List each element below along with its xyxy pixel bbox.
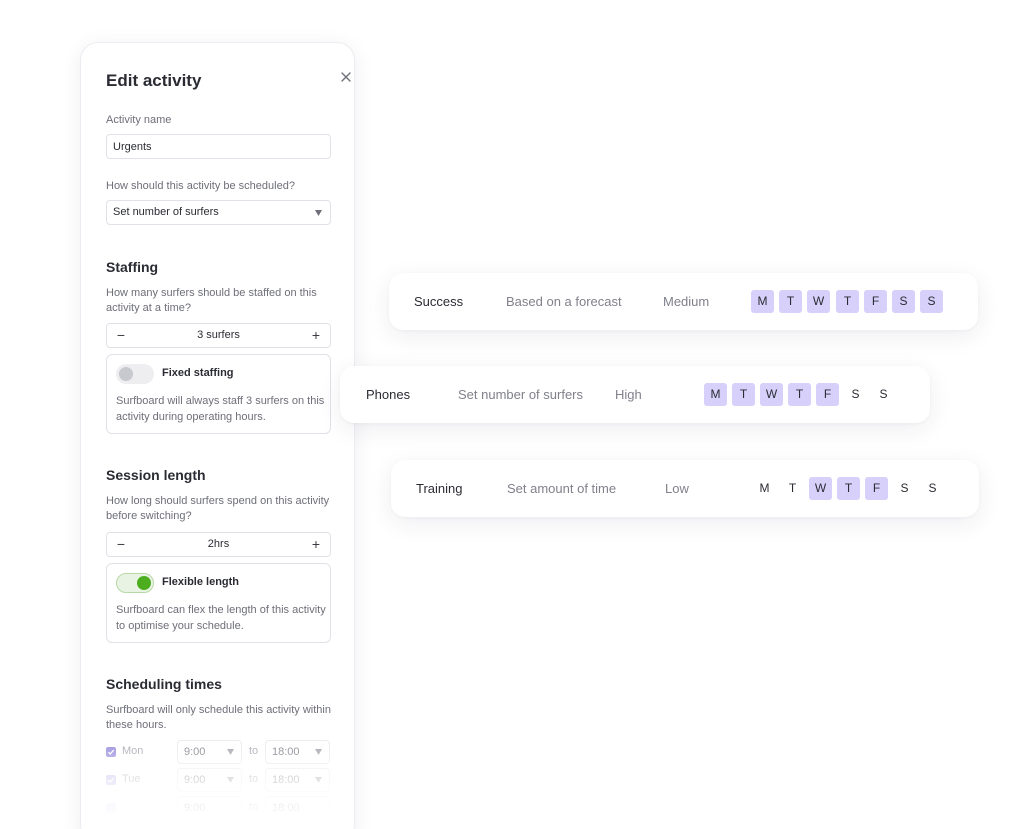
to-time-select[interactable]: 18:00: [265, 796, 330, 820]
scheduling-times-heading: Scheduling times: [106, 676, 222, 692]
caret-down-icon: [315, 777, 322, 783]
day-chip-thu[interactable]: T: [836, 290, 859, 313]
activity-priority: Low: [665, 481, 689, 496]
day-chip-wed[interactable]: W: [809, 477, 832, 500]
time-row-wed: 9:00 to 18:00: [106, 796, 331, 820]
time-row-mon: Mon 9:00 to 18:00: [106, 740, 331, 764]
toggle-knob: [137, 576, 151, 590]
day-chip-wed[interactable]: W: [807, 290, 830, 313]
fixed-staffing-option: Fixed staffing Surfboard will always sta…: [106, 354, 331, 434]
day-chip-sun[interactable]: S: [920, 290, 943, 313]
day-chip-wed[interactable]: W: [760, 383, 783, 406]
day-chip-sat[interactable]: S: [892, 290, 915, 313]
activity-card-success[interactable]: Success Based on a forecast Medium M T W…: [389, 273, 978, 330]
panel-title: Edit activity: [106, 71, 202, 90]
activity-card-phones[interactable]: Phones Set number of surfers High M T W …: [340, 366, 930, 423]
from-time-select[interactable]: 9:00: [177, 768, 242, 792]
activity-mode: Set number of surfers: [458, 387, 583, 402]
day-chip-fri[interactable]: F: [864, 290, 887, 313]
from-time-value: 9:00: [184, 774, 206, 786]
fixed-staffing-toggle[interactable]: [116, 364, 154, 384]
flexible-length-description: Surfboard can flex the length of this ac…: [116, 604, 326, 632]
to-time-select[interactable]: 18:00: [265, 768, 330, 792]
activity-name: Success: [414, 294, 464, 309]
caret-down-icon: [315, 210, 322, 216]
day-chip-mon[interactable]: M: [704, 383, 727, 406]
checkbox-checked-icon[interactable]: [106, 803, 116, 813]
day-chip-sat[interactable]: S: [844, 383, 867, 406]
caret-down-icon: [227, 777, 234, 783]
session-length-value: 2hrs: [207, 538, 230, 550]
from-time-select[interactable]: 9:00: [177, 740, 242, 764]
activity-priority: High: [615, 387, 642, 402]
activity-name-input[interactable]: [106, 134, 331, 159]
activity-card-training[interactable]: Training Set amount of time Low M T W T …: [391, 460, 979, 517]
to-time-value: 18:00: [272, 746, 300, 758]
toggle-knob: [119, 367, 133, 381]
staffing-stepper: − 3 surfers +: [106, 323, 331, 348]
schedule-select-value: Set number of surfers: [113, 206, 219, 218]
time-row-tue: Tue 9:00 to 18:00: [106, 768, 331, 792]
edit-activity-panel: Edit activity Activity name How should t…: [80, 42, 355, 829]
day-chip-fri[interactable]: F: [865, 477, 888, 500]
staffing-question: How many surfers should be staffed on th…: [106, 287, 317, 314]
schedule-select[interactable]: Set number of surfers: [106, 200, 331, 225]
activity-name: Training: [416, 481, 463, 496]
scheduling-times-description: Surfboard will only schedule this activi…: [106, 704, 331, 731]
caret-down-icon: [315, 749, 322, 755]
flexible-length-title: Flexible length: [162, 576, 240, 588]
day-chip-sun[interactable]: S: [921, 477, 944, 500]
to-label: to: [249, 745, 259, 757]
activity-mode: Based on a forecast: [506, 294, 622, 309]
caret-down-icon: [227, 749, 234, 755]
staffing-increment-button[interactable]: +: [304, 324, 328, 347]
session-increment-button[interactable]: +: [304, 533, 328, 556]
activity-name: Phones: [366, 387, 411, 402]
checkbox-checked-icon[interactable]: [106, 747, 116, 757]
flexible-length-option: Flexible length Surfboard can flex the l…: [106, 563, 331, 643]
day-chip-thu[interactable]: T: [788, 383, 811, 406]
from-time-value: 9:00: [184, 746, 206, 758]
day-chip-fri[interactable]: F: [816, 383, 839, 406]
from-time-select[interactable]: 9:00: [177, 796, 242, 820]
day-chip-mon[interactable]: M: [753, 477, 776, 500]
to-label: to: [249, 801, 259, 813]
close-icon[interactable]: [339, 70, 353, 84]
session-length-question: How long should surfers spend on this ac…: [106, 495, 330, 522]
activity-priority: Medium: [663, 294, 710, 309]
day-chip-tue[interactable]: T: [779, 290, 802, 313]
activity-mode: Set amount of time: [507, 481, 617, 496]
to-label: to: [249, 773, 259, 785]
from-time-value: 9:00: [184, 802, 206, 814]
schedule-question: How should this activity be scheduled?: [106, 180, 295, 192]
staffing-value: 3 surfers: [197, 329, 240, 341]
day-chip-sat[interactable]: S: [893, 477, 916, 500]
session-length-stepper: − 2hrs +: [106, 532, 331, 557]
to-time-value: 18:00: [272, 802, 300, 814]
staffing-heading: Staffing: [106, 259, 159, 275]
flexible-length-toggle[interactable]: [116, 573, 154, 593]
fixed-staffing-title: Fixed staffing: [162, 367, 234, 379]
day-label: Mon: [122, 745, 144, 757]
day-chip-tue[interactable]: T: [732, 383, 755, 406]
day-label: Tue: [122, 773, 141, 785]
session-length-heading: Session length: [106, 467, 206, 483]
day-chip-thu[interactable]: T: [837, 477, 860, 500]
staffing-decrement-button[interactable]: −: [109, 324, 133, 347]
activity-name-label: Activity name: [106, 114, 172, 126]
day-chip-sun[interactable]: S: [872, 383, 895, 406]
day-chip-tue[interactable]: T: [781, 477, 804, 500]
to-time-select[interactable]: 18:00: [265, 740, 330, 764]
fixed-staffing-description: Surfboard will always staff 3 surfers on…: [116, 395, 325, 423]
checkbox-checked-icon[interactable]: [106, 775, 116, 785]
day-chip-mon[interactable]: M: [751, 290, 774, 313]
session-decrement-button[interactable]: −: [109, 533, 133, 556]
to-time-value: 18:00: [272, 774, 300, 786]
